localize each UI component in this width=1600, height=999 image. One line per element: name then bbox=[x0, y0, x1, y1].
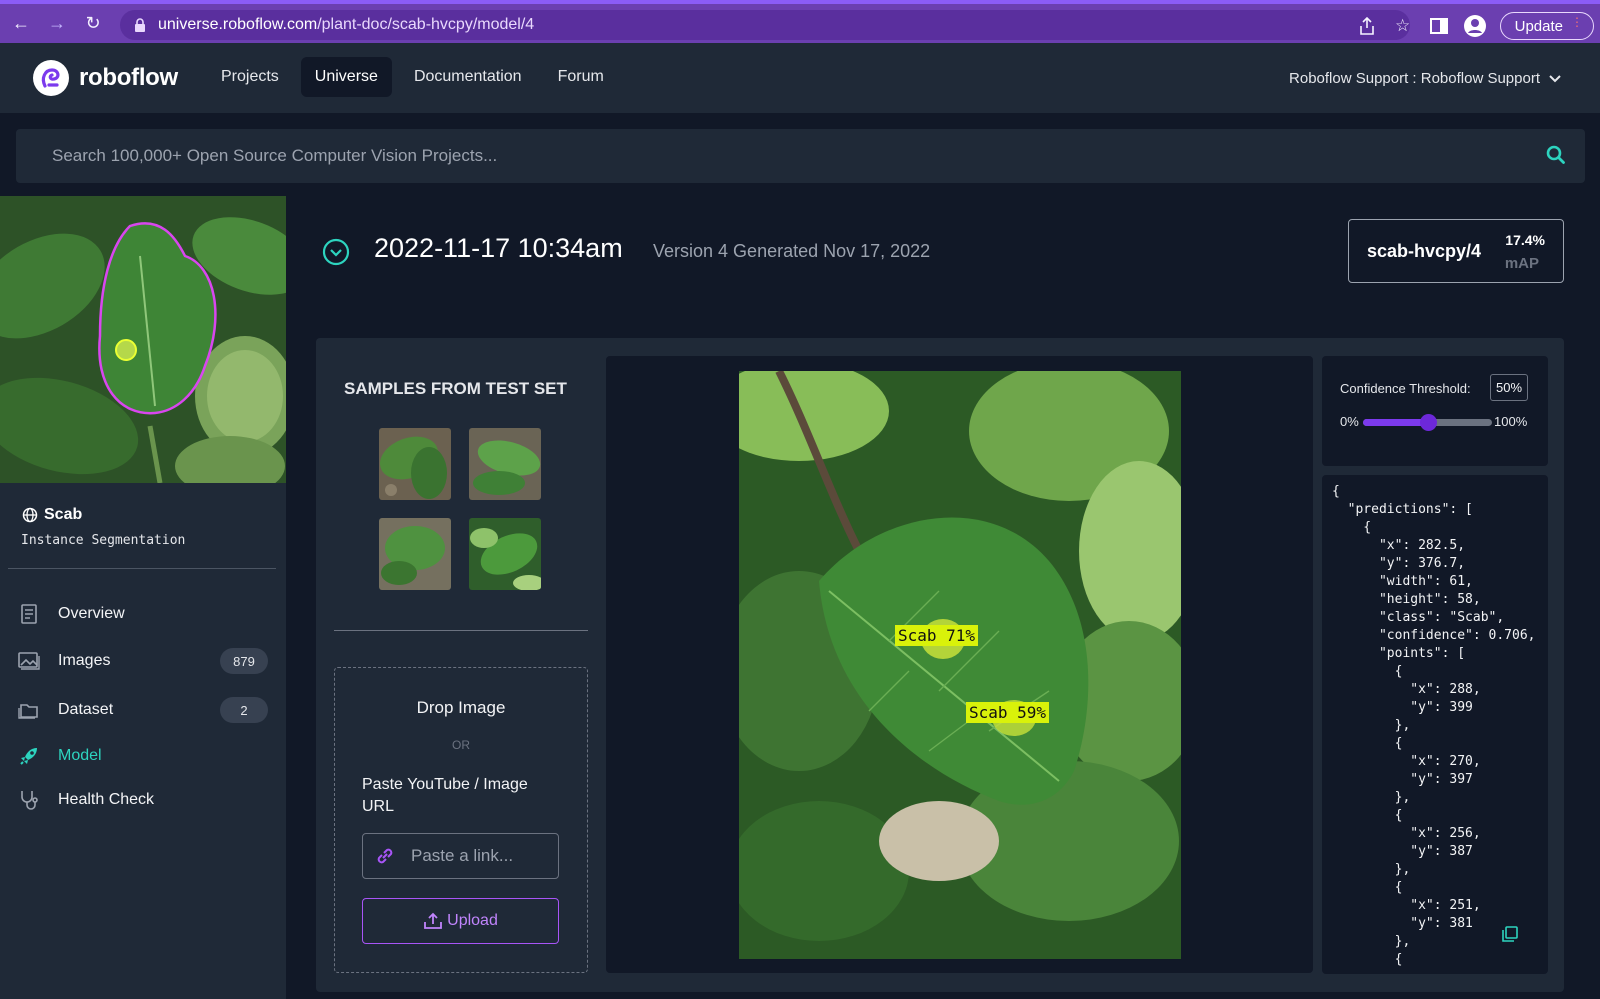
chevron-down-icon bbox=[1549, 74, 1561, 82]
version-title: 2022-11-17 10:34am bbox=[374, 233, 623, 263]
samples-title: SAMPLES FROM TEST SET bbox=[344, 379, 567, 398]
image-drop-zone[interactable]: Drop Image OR Paste YouTube / Image URL … bbox=[334, 667, 588, 973]
paste-url-label: Paste YouTube / Image URL bbox=[362, 776, 528, 815]
folder-icon bbox=[18, 699, 40, 721]
project-name: Scab bbox=[44, 506, 83, 523]
upload-icon bbox=[424, 912, 443, 929]
sidebar-item-dataset[interactable]: Dataset 2 bbox=[18, 695, 268, 725]
address-bar[interactable]: universe.roboflow.com/plant-doc/scab-hvc… bbox=[120, 10, 1410, 40]
rocket-icon bbox=[18, 745, 40, 767]
confidence-slider-thumb[interactable] bbox=[1419, 414, 1437, 431]
profile-avatar-icon[interactable] bbox=[1463, 15, 1486, 37]
sample-image[interactable] bbox=[379, 518, 451, 590]
drop-or-label: OR bbox=[452, 738, 470, 752]
paste-link-placeholder: Paste a link... bbox=[411, 846, 514, 865]
images-count-badge: 879 bbox=[220, 648, 268, 674]
upload-label: Upload bbox=[447, 912, 498, 929]
sidebar-item-label: Model bbox=[58, 747, 102, 764]
stethoscope-icon bbox=[18, 789, 40, 811]
prediction-label: Scab 59% bbox=[966, 702, 1050, 723]
nav-universe[interactable]: Universe bbox=[300, 57, 392, 97]
project-type: Instance Segmentation bbox=[21, 533, 186, 548]
copy-icon[interactable] bbox=[1502, 926, 1518, 942]
sample-image[interactable] bbox=[469, 428, 541, 500]
share-icon[interactable] bbox=[1356, 15, 1378, 37]
side-panel-icon[interactable] bbox=[1428, 15, 1450, 37]
project-thumbnail bbox=[0, 196, 286, 483]
project-sidebar: Scab Instance Segmentation Overview Imag… bbox=[0, 196, 286, 999]
map-label: mAP bbox=[1504, 255, 1539, 272]
prediction-label: Scab 71% bbox=[895, 625, 979, 646]
search-input[interactable]: Search 100,000+ Open Source Computer Vis… bbox=[16, 129, 1585, 183]
model-id: scab-hvcpy/4 bbox=[1367, 241, 1482, 261]
sidebar-item-label: Dataset bbox=[58, 701, 114, 718]
confidence-slider-fill bbox=[1363, 419, 1428, 426]
sidebar-divider bbox=[8, 568, 276, 569]
confidence-value-input[interactable]: 50% bbox=[1490, 374, 1528, 401]
forward-icon[interactable]: → bbox=[42, 9, 72, 39]
paste-link-input[interactable]: Paste a link... bbox=[362, 833, 559, 879]
sidebar-item-images[interactable]: Images 879 bbox=[18, 646, 268, 676]
prediction-image: Scab 71% Scab 59% bbox=[739, 371, 1181, 959]
nav-projects[interactable]: Projects bbox=[207, 57, 293, 97]
nav-forum[interactable]: Forum bbox=[544, 57, 618, 97]
confidence-panel: Confidence Threshold: 50% 0% 100% bbox=[1322, 356, 1548, 466]
json-output: { "predictions": [ { "x": 282.5, "y": 37… bbox=[1332, 484, 1536, 967]
sidebar-item-label: Images bbox=[58, 652, 111, 669]
bookmark-star-icon[interactable]: ☆ bbox=[1392, 15, 1414, 37]
reload-icon[interactable]: ↻ bbox=[78, 9, 108, 39]
document-icon bbox=[18, 603, 40, 625]
confidence-max-label: 100% bbox=[1494, 414, 1528, 429]
sidebar-item-health-check[interactable]: Health Check bbox=[18, 785, 268, 815]
search-placeholder: Search 100,000+ Open Source Computer Vis… bbox=[52, 146, 498, 165]
confidence-title: Confidence Threshold: bbox=[1340, 381, 1471, 396]
drop-image-title: Drop Image bbox=[416, 698, 506, 717]
browser-toolbar: ← → ↻ universe.roboflow.com/plant-doc/sc… bbox=[0, 0, 1600, 43]
workspace-selector[interactable]: Roboflow Support : Roboflow Support bbox=[1289, 70, 1562, 87]
samples-divider bbox=[334, 630, 588, 631]
more-vert-icon: ⋮ bbox=[1571, 15, 1583, 29]
version-check-icon[interactable] bbox=[322, 238, 350, 266]
browser-update-button[interactable]: Update ⋮ bbox=[1499, 12, 1594, 40]
url-host: universe.roboflow.com bbox=[158, 16, 318, 33]
dataset-count-badge: 2 bbox=[220, 697, 268, 723]
confidence-slider[interactable] bbox=[1363, 414, 1492, 431]
upload-button[interactable]: Upload bbox=[362, 898, 559, 944]
confidence-min-label: 0% bbox=[1340, 414, 1359, 429]
sidebar-item-overview[interactable]: Overview bbox=[18, 599, 268, 629]
sidebar-item-model[interactable]: Model bbox=[18, 741, 268, 771]
app-header: roboflow Projects Universe Documentation… bbox=[0, 43, 1600, 113]
project-title: Scab bbox=[22, 506, 82, 524]
images-icon bbox=[18, 650, 40, 672]
nav-documentation[interactable]: Documentation bbox=[400, 57, 536, 97]
sidebar-item-label: Health Check bbox=[58, 791, 155, 808]
model-id-card[interactable]: scab-hvcpy/4 17.4% mAP bbox=[1348, 219, 1564, 283]
logo-text: roboflow bbox=[79, 64, 178, 91]
back-icon[interactable]: ← bbox=[6, 9, 36, 39]
main-nav: Projects Universe Documentation Forum bbox=[207, 57, 618, 97]
workspace-name: Roboflow Support : Roboflow Support bbox=[1289, 70, 1540, 87]
sidebar-item-label: Overview bbox=[58, 605, 125, 622]
roboflow-logo-icon bbox=[33, 60, 69, 96]
version-subtitle: Version 4 Generated Nov 17, 2022 bbox=[653, 241, 931, 261]
update-label: Update bbox=[1514, 17, 1563, 35]
roboflow-logo[interactable]: roboflow bbox=[33, 60, 178, 96]
link-icon bbox=[377, 848, 393, 864]
sample-image[interactable] bbox=[469, 518, 541, 590]
search-icon[interactable] bbox=[1545, 144, 1567, 166]
url-path: /plant-doc/scab-hvcpy/model/4 bbox=[317, 16, 535, 33]
json-output-panel: { "predictions": [ { "x": 282.5, "y": 37… bbox=[1322, 475, 1548, 974]
map-value: 17.4% bbox=[1505, 232, 1545, 248]
lock-icon bbox=[135, 18, 145, 32]
sample-image[interactable] bbox=[379, 428, 451, 500]
globe-icon bbox=[22, 507, 38, 523]
